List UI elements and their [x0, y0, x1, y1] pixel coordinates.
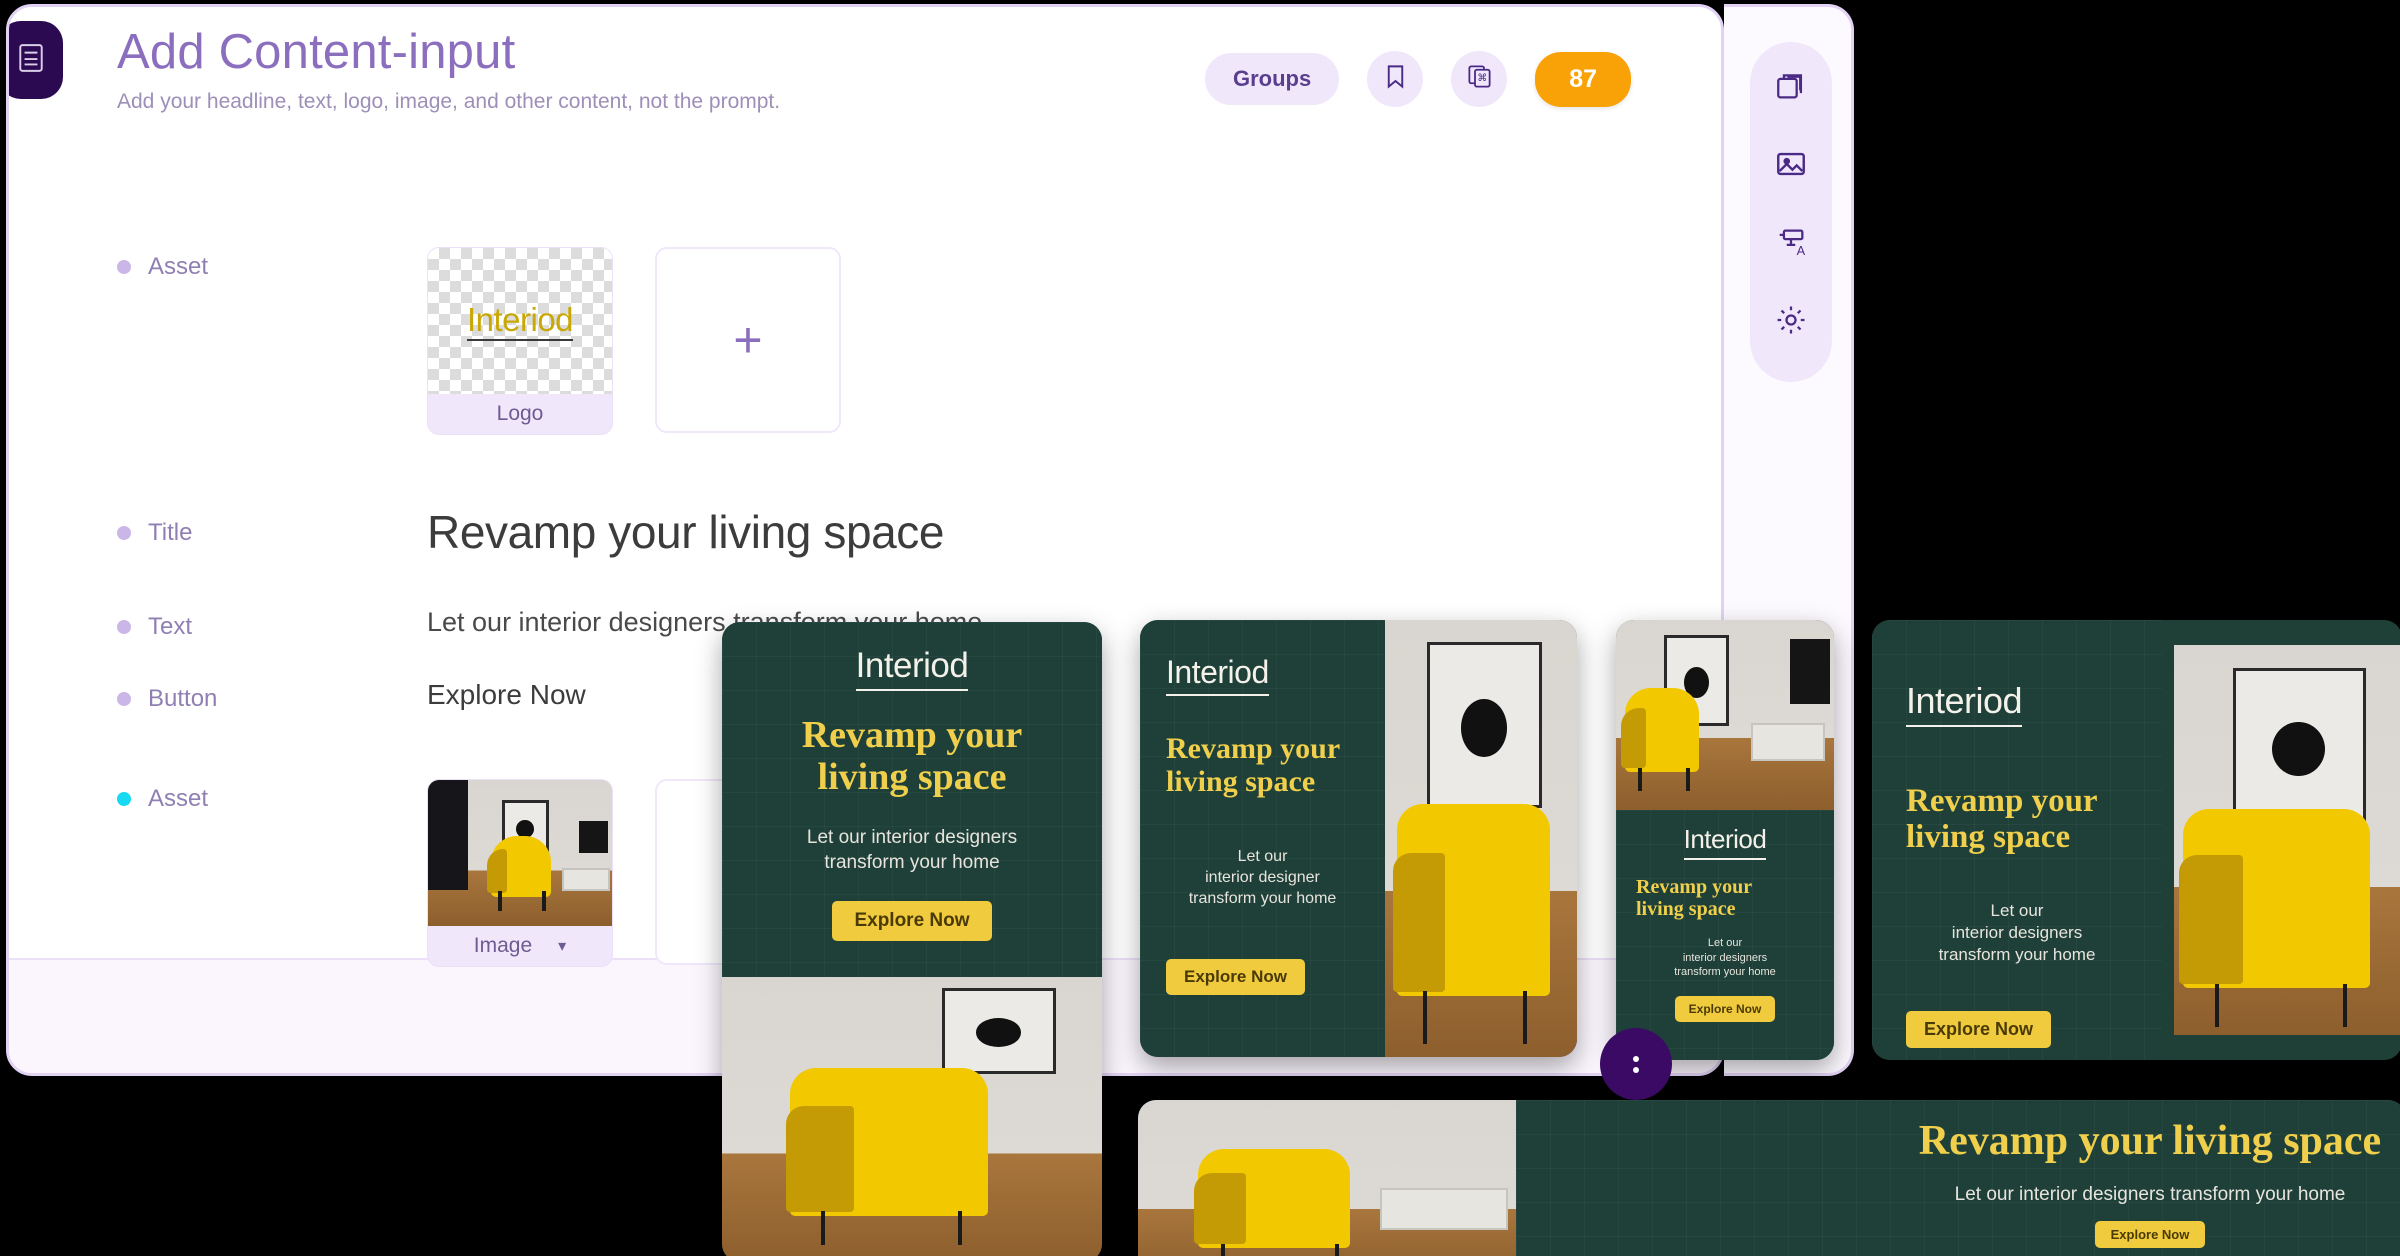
ad-subcopy: Let our interior designers transform you… [1938, 900, 2096, 965]
svg-text:A: A [1797, 242, 1806, 257]
ad-cta-button[interactable]: Explore Now [1674, 995, 1776, 1022]
add-asset-slot[interactable]: + [655, 247, 841, 433]
ad-subcopy: Let our interior designers transform you… [1954, 1184, 2346, 1206]
page-subtitle: Add your headline, text, logo, image, an… [117, 89, 781, 113]
ad-brand: Interiod [855, 646, 969, 691]
ad-preview-card-landscape[interactable]: Interiod Revamp your living space Let ou… [1872, 620, 2400, 1060]
bookmark-icon [1382, 63, 1409, 95]
row-label-button: Button [117, 679, 427, 713]
row-status-dot-active [117, 792, 131, 806]
header-actions: Groups ⌘ 87 [1204, 51, 1631, 107]
page-title: Add Content-input [117, 25, 516, 79]
row-label-text: Asset [148, 785, 209, 812]
row-label-text: Title [148, 519, 193, 546]
ad-cta-button[interactable]: Explore Now [1166, 959, 1305, 996]
card4-photo [2174, 645, 2400, 1035]
asset-strip-logo: Interiod Logo + [427, 247, 841, 435]
gear-icon [1774, 303, 1808, 342]
bookmark-button[interactable] [1367, 51, 1424, 107]
card3-photo [1616, 620, 1834, 810]
logo-brand-text: Interiod [466, 301, 574, 341]
kebab-menu-icon [1633, 1055, 1639, 1073]
row-label-text: Text [148, 613, 193, 640]
more-options-fab[interactable] [1600, 1028, 1672, 1100]
row-label-text: Asset [148, 253, 209, 280]
ad-preview-card-story[interactable]: Interiod Revamp your living space Let ou… [1616, 620, 1834, 1060]
asset-card-logo[interactable]: Interiod Logo [427, 247, 613, 435]
row-status-dot [117, 692, 131, 706]
rail-item-text-style[interactable]: A [1771, 224, 1811, 264]
rail-item-settings[interactable] [1771, 302, 1811, 342]
image-thumbnail [428, 780, 612, 926]
layers-icon [1774, 69, 1808, 108]
image-icon [1774, 147, 1808, 186]
row-label-text: Button [148, 685, 218, 712]
banner-photo [1138, 1100, 1516, 1256]
row-label-title: Title [117, 505, 427, 547]
rail-item-image[interactable] [1771, 146, 1811, 186]
ad-headline: Revamp your living space [801, 714, 1023, 798]
ad-cta-button[interactable]: Explore Now [832, 900, 992, 941]
ad-preview-banner[interactable]: Revamp your living space Let our interio… [1138, 1100, 2400, 1256]
banner-content: Revamp your living space Let our interio… [1516, 1100, 2400, 1256]
asset-caption-image[interactable]: Image ▾ [428, 926, 612, 966]
row-label-asset-logo: Asset [117, 247, 427, 281]
header: Add Content-input Add your headline, tex… [117, 25, 780, 114]
plus-icon: + [733, 312, 763, 368]
duplicate-icon: ⌘ [1466, 63, 1493, 95]
ad-headline: Revamp your living space [1636, 876, 1753, 920]
duplicate-button[interactable]: ⌘ [1451, 51, 1508, 107]
rail-item-layers[interactable] [1771, 68, 1811, 108]
card1-photo [722, 977, 1102, 1256]
row-status-dot [117, 526, 131, 540]
groups-button[interactable]: Groups [1204, 53, 1340, 105]
asset-caption-logo: Logo [428, 394, 612, 434]
document-list-icon [18, 43, 44, 78]
row-label-text-row: Text [117, 607, 427, 641]
card4-content: Interiod Revamp your living space Let ou… [1872, 620, 2162, 1060]
card2-photo [1385, 620, 1577, 1057]
chevron-down-icon: ▾ [558, 938, 567, 955]
card3-content: Interiod Revamp your living space Let ou… [1616, 810, 1834, 1060]
ad-brand: Interiod [1906, 680, 2023, 727]
app-root: Add Content-input Add your headline, tex… [0, 0, 2400, 1256]
form-row-asset-logo: Asset Interiod Logo + [117, 247, 1681, 447]
count-badge[interactable]: 87 [1535, 51, 1631, 107]
asset-caption-label: Logo [496, 402, 544, 425]
svg-text:⌘: ⌘ [1477, 73, 1487, 84]
ad-subcopy: Let our interior designer transform your… [1188, 848, 1337, 908]
card1-content: Interiod Revamp your living space Let ou… [722, 622, 1102, 977]
ad-headline: Revamp your living space [1918, 1118, 2382, 1164]
ad-cta-button[interactable]: Explore Now [1906, 1010, 2052, 1048]
form-row-title: Title Revamp your living space [117, 505, 1681, 597]
logo-thumbnail: Interiod [428, 248, 612, 394]
row-label-asset-image: Asset [117, 779, 427, 813]
row-status-dot [117, 260, 131, 274]
document-badge-button[interactable] [9, 21, 63, 99]
asset-type-label: Image [473, 934, 533, 957]
text-style-icon: A [1774, 225, 1808, 264]
ad-preview-card-square[interactable]: Interiod Revamp your living space Let ou… [1140, 620, 1577, 1057]
ad-headline: Revamp your living space [1166, 732, 1341, 798]
button-input-value[interactable]: Explore Now [427, 679, 586, 711]
tool-rail: A [1750, 42, 1832, 382]
row-status-dot [117, 620, 131, 634]
ad-preview-card-vertical[interactable]: Interiod Revamp your living space Let ou… [722, 622, 1102, 1256]
asset-card-image[interactable]: Image ▾ [427, 779, 613, 967]
ad-headline: Revamp your living space [1906, 783, 2098, 856]
ad-subcopy: Let our interior designers transform you… [806, 826, 1018, 873]
title-input-value[interactable]: Revamp your living space [427, 505, 944, 559]
ad-cta-button[interactable]: Explore Now [2094, 1221, 2206, 1249]
ad-brand: Interiod [1683, 824, 1767, 860]
ad-brand: Interiod [1166, 654, 1269, 696]
ad-subcopy: Let our interior designers transform you… [1674, 937, 1776, 979]
room-photo [428, 780, 612, 926]
card2-content: Interiod Revamp your living space Let ou… [1140, 620, 1385, 1057]
